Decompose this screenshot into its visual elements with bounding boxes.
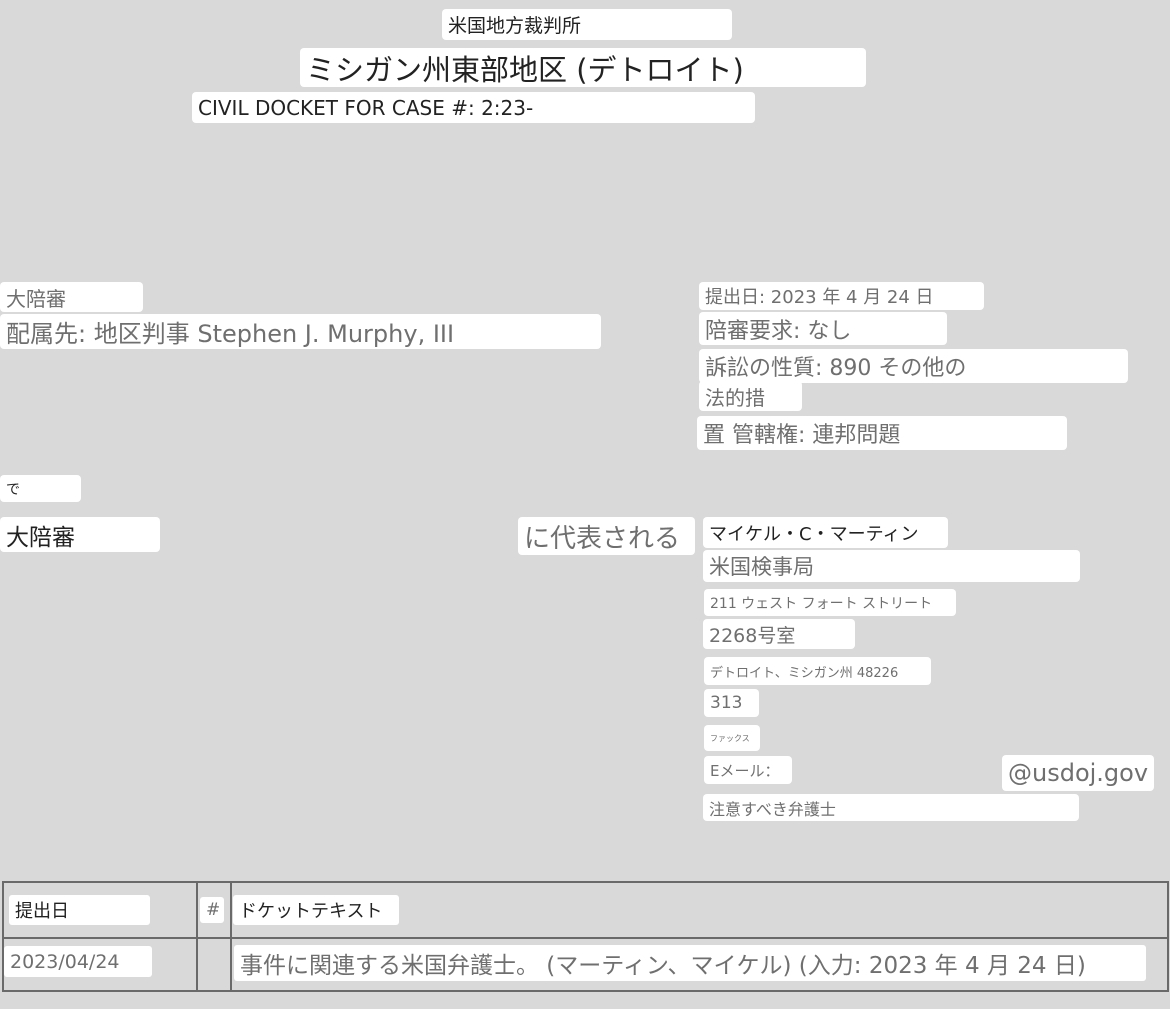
header-docket-text: ドケットテキスト: [233, 895, 399, 925]
table-divider: [4, 937, 1167, 939]
jurisdiction: 置 管轄権: 連邦問題: [697, 416, 1067, 450]
district-name: ミシガン州東部地区 (デトロイト): [300, 48, 866, 87]
table-row-number: [200, 946, 224, 977]
attorney-notice: 注意すべき弁護士: [703, 794, 1079, 821]
date-filed: 提出日: 2023 年 4 月 24 日: [699, 282, 984, 310]
attorney-name: マイケル・C・マーティン: [703, 517, 948, 548]
attorney-suite: 2268号室: [703, 619, 855, 649]
docket-title: CIVIL DOCKET FOR CASE #: 2:23-: [192, 92, 755, 123]
attorney-phone: 313: [704, 689, 759, 717]
header-number: #: [200, 897, 224, 923]
attorney-street: 211 ウェスト フォート ストリート: [704, 589, 956, 616]
court-name: 米国地方裁判所: [442, 9, 732, 40]
docket-table: 提出日 # ドケットテキスト 2023/04/24 事件に関連する米国弁護士。 …: [2, 881, 1169, 992]
represented-by-label: に代表される: [518, 517, 695, 555]
table-row-date: 2023/04/24: [4, 946, 152, 977]
attorney-office: 米国検事局: [703, 550, 1080, 582]
email-label: Eメール：: [704, 756, 792, 784]
grand-jury-label: 大陪審: [0, 282, 143, 312]
fax-label: ファックス: [704, 725, 760, 751]
party-name: 大陪審: [0, 517, 160, 552]
nature-of-suit-cont: 法的措: [699, 381, 802, 411]
nature-of-suit: 訴訟の性質: 890 その他の: [699, 349, 1128, 383]
attorney-city: デトロイト、ミシガン州 48226: [704, 657, 931, 685]
email-domain[interactable]: @usdoj.gov: [1002, 755, 1154, 791]
assigned-judge: 配属先: 地区判事 Stephen J. Murphy, III: [0, 314, 601, 349]
table-row-docket-text[interactable]: 事件に関連する米国弁護士。 (マーティン、マイケル) (入力: 2023 年 4…: [234, 945, 1146, 981]
in-re-label: で: [0, 475, 81, 502]
jury-demand: 陪審要求: なし: [699, 312, 947, 345]
header-date-filed: 提出日: [9, 895, 150, 925]
